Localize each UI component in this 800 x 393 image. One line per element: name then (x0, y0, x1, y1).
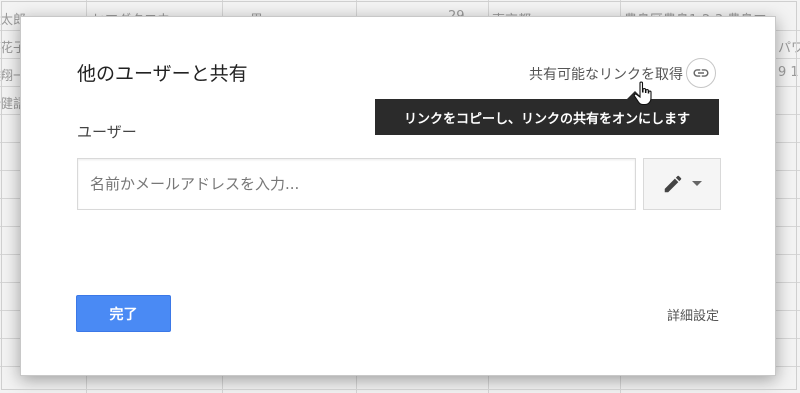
hand-pointer-icon (633, 81, 655, 111)
people-input[interactable] (77, 158, 636, 210)
link-icon (693, 69, 709, 77)
caret-down-icon (692, 181, 702, 186)
users-label: ユーザー (77, 123, 137, 141)
permission-dropdown[interactable] (643, 158, 721, 210)
sheet-cell: パワ (778, 41, 800, 56)
done-button[interactable]: 完了 (76, 295, 171, 332)
get-shareable-link[interactable]: 共有可能なリンクを取得 (529, 64, 683, 84)
dialog-title: 他のユーザーと共有 (77, 63, 248, 85)
share-dialog: 他のユーザーと共有 共有可能なリンクを取得 リンクをコピーし、リンクの共有をオン… (20, 16, 776, 376)
pencil-icon (664, 175, 682, 193)
link-tooltip: リンクをコピーし、リンクの共有をオンにします (375, 99, 719, 135)
advanced-settings-link[interactable]: 詳細設定 (667, 305, 719, 324)
sheet-cell: 9 1 (778, 65, 799, 80)
get-link-button[interactable] (686, 58, 716, 88)
